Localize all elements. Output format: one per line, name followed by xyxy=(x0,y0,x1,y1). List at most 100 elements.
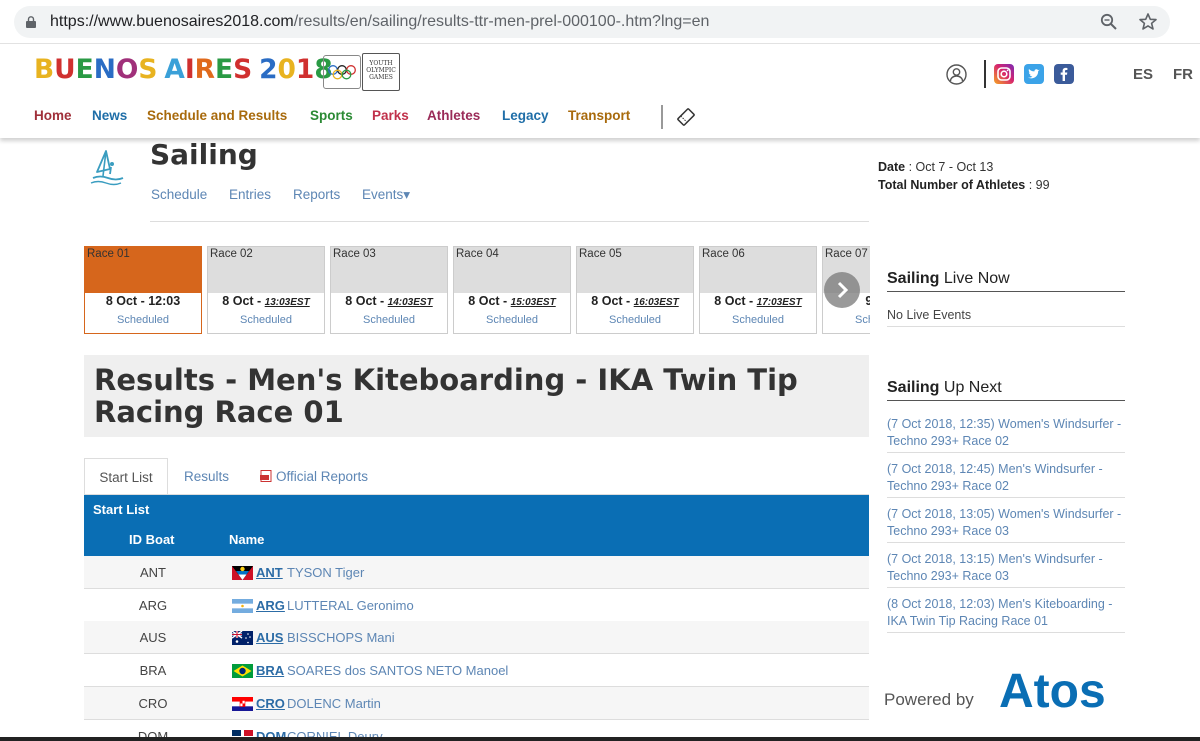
logo-letter: E xyxy=(215,54,234,85)
race-date: 8 Oct - 12:03 xyxy=(105,294,181,308)
bookmark-star-icon[interactable] xyxy=(1138,12,1158,32)
nav-athletes[interactable]: Athletes xyxy=(427,108,480,123)
ticket-icon[interactable] xyxy=(676,107,696,127)
boat-id-cell: CRO xyxy=(138,696,168,711)
table-caption: Start List xyxy=(93,502,150,517)
nav-legacy[interactable]: Legacy xyxy=(502,108,549,123)
subnav-events-dropdown[interactable]: Events▾ xyxy=(362,187,410,203)
up-next-item[interactable]: (8 Oct 2018, 12:03) Men's Kiteboarding -… xyxy=(887,596,1125,633)
race-time: 15:03EST xyxy=(510,297,556,308)
up-next-label: Up Next xyxy=(939,379,1002,396)
event-meta: Date : Oct 7 - Oct 13 Total Number of At… xyxy=(878,158,1050,194)
race-card[interactable]: Race 02 8 Oct - 13:03EST Scheduled xyxy=(207,246,325,334)
race-card[interactable]: Race 01 8 Oct - 12:03 Scheduled xyxy=(84,246,202,334)
olympic-rings-logo xyxy=(323,55,361,89)
date-label: Date xyxy=(878,160,906,174)
nav-transport[interactable]: Transport xyxy=(568,108,630,123)
up-next-item[interactable]: (7 Oct 2018, 12:35) Women's Windsurfer -… xyxy=(887,416,1125,453)
powered-by-label: Powered by xyxy=(884,690,974,709)
race-name: Race 01 xyxy=(85,247,201,293)
tab-results[interactable]: Results xyxy=(184,458,229,495)
athlete-name-link[interactable]: LUTTERAL Geronimo xyxy=(287,598,414,613)
logo-letter: O xyxy=(115,54,139,85)
start-list-table-header: Start List ID Boat Name xyxy=(84,495,869,556)
race-status: Scheduled xyxy=(855,314,870,326)
up-next-heading: Sailing Up Next xyxy=(887,379,1125,401)
race-carousel: Race 01 8 Oct - 12:03 Scheduled Race 02 8 Oc… xyxy=(84,246,870,336)
results-title: Results - Men's Kiteboarding - IKA Twin … xyxy=(94,363,798,429)
carousel-next-button[interactable] xyxy=(824,272,860,308)
flag-arg-icon xyxy=(232,599,253,613)
up-next-item[interactable]: (7 Oct 2018, 13:15) Men's Windsurfer - T… xyxy=(887,551,1125,588)
instagram-icon[interactable] xyxy=(994,64,1014,84)
language-fr-link[interactable]: FR xyxy=(1173,66,1193,83)
logo-letter: E xyxy=(75,54,94,85)
athlete-name-link[interactable]: TYSON Tiger xyxy=(287,565,364,580)
nav-schedule-and-results[interactable]: Schedule and Results xyxy=(147,108,287,123)
results-header: Results - Men's Kiteboarding - IKA Twin … xyxy=(84,355,869,437)
pdf-icon xyxy=(260,470,272,482)
race-date: 8 Oct - 16:03EST xyxy=(591,294,679,308)
nav-home[interactable]: Home xyxy=(34,108,72,123)
table-row: ARG ARG LUTTERAL Geronimo xyxy=(84,589,869,622)
up-next-item[interactable]: (7 Oct 2018, 13:05) Women's Windsurfer -… xyxy=(887,506,1125,543)
buenos-aires-2018-logo[interactable]: BUENOS AIRES 2018 xyxy=(34,54,333,90)
race-card[interactable]: Race 04 8 Oct - 15:03EST Scheduled xyxy=(453,246,571,334)
race-date: 8 Oct - 15:03EST xyxy=(468,294,556,308)
nav-sports[interactable]: Sports xyxy=(310,108,353,123)
race-date: 8 Oct - 13:03EST xyxy=(222,294,310,308)
logo-letter: R xyxy=(194,54,216,85)
nav-parks[interactable]: Parks xyxy=(372,108,409,123)
noc-link[interactable]: ARG xyxy=(256,598,285,613)
address-bar[interactable]: https://www.buenosaires2018.com/results/… xyxy=(14,6,1170,38)
subnav-reports[interactable]: Reports xyxy=(293,187,340,202)
athletes-label: Total Number of Athletes xyxy=(878,178,1026,192)
flag-ant-icon xyxy=(232,566,253,580)
column-header-id-boat: ID Boat xyxy=(129,532,175,547)
noc-link[interactable]: ANT xyxy=(256,565,283,580)
race-date: 8 Oct - 14:03EST xyxy=(345,294,433,308)
tab-official-reports[interactable]: Official Reports xyxy=(260,458,368,495)
live-now-label: Live Now xyxy=(939,270,1010,287)
boat-id-cell: AUS xyxy=(139,630,167,645)
subnav-schedule[interactable]: Schedule xyxy=(151,187,207,202)
date-line: Date : Oct 7 - Oct 13 xyxy=(878,160,994,174)
race-status: Scheduled xyxy=(363,314,415,326)
logo-letter: 1 xyxy=(295,54,315,85)
noc-link[interactable]: BRA xyxy=(256,663,284,678)
user-account-icon[interactable] xyxy=(946,64,967,85)
site-header: BUENOS AIRES 2018 YOUTH OLYMPIC GAMES ES… xyxy=(0,44,1200,138)
athletes-line: Total Number of Athletes : 99 xyxy=(878,178,1050,192)
athlete-name-link[interactable]: DOLENC Martin xyxy=(287,696,381,711)
noc-link[interactable]: AUS xyxy=(256,630,283,645)
url-path: /results/en/sailing/results-ttr-men-prel… xyxy=(293,13,710,30)
athletes-value: 99 xyxy=(1035,178,1050,192)
header-divider xyxy=(984,60,986,88)
table-row: AUS AUS BISSCHOPS Mani xyxy=(84,621,869,654)
zoom-icon[interactable] xyxy=(1100,13,1118,31)
athlete-name-link[interactable]: SOARES dos SANTOS NETO Manoel xyxy=(287,663,508,678)
next-sport-name: Sailing xyxy=(887,379,940,396)
date-value: Oct 7 - Oct 13 xyxy=(915,160,994,174)
table-row: CRO CRO DOLENC Martin xyxy=(84,687,869,720)
race-card[interactable]: Race 05 8 Oct - 16:03EST Scheduled xyxy=(576,246,694,334)
subnav-entries[interactable]: Entries xyxy=(229,187,271,202)
race-card[interactable]: Race 03 8 Oct - 14:03EST Scheduled xyxy=(330,246,448,334)
nav-divider xyxy=(661,105,663,129)
nav-news[interactable]: News xyxy=(92,108,127,123)
logo-letter: N xyxy=(93,54,116,85)
athlete-name-link[interactable]: BISSCHOPS Mani xyxy=(287,630,395,645)
language-es-link[interactable]: ES xyxy=(1133,66,1153,83)
tab-start-list[interactable]: Start List xyxy=(84,458,168,495)
url-text[interactable]: https://www.buenosaires2018.com/results/… xyxy=(50,13,709,31)
twitter-icon[interactable] xyxy=(1024,64,1044,84)
facebook-icon[interactable] xyxy=(1054,64,1074,84)
race-name: Race 05 xyxy=(577,247,693,293)
noc-link[interactable]: CRO xyxy=(256,696,285,711)
atos-logo[interactable]: Atos xyxy=(997,664,1122,712)
official-reports-label: Official Reports xyxy=(276,469,369,484)
sailing-windsurfer-icon xyxy=(90,150,124,186)
up-next-item[interactable]: (7 Oct 2018, 12:45) Men's Windsurfer - T… xyxy=(887,461,1125,498)
race-time: 13:03EST xyxy=(264,297,310,308)
race-card[interactable]: Race 06 8 Oct - 17:03EST Scheduled xyxy=(699,246,817,334)
